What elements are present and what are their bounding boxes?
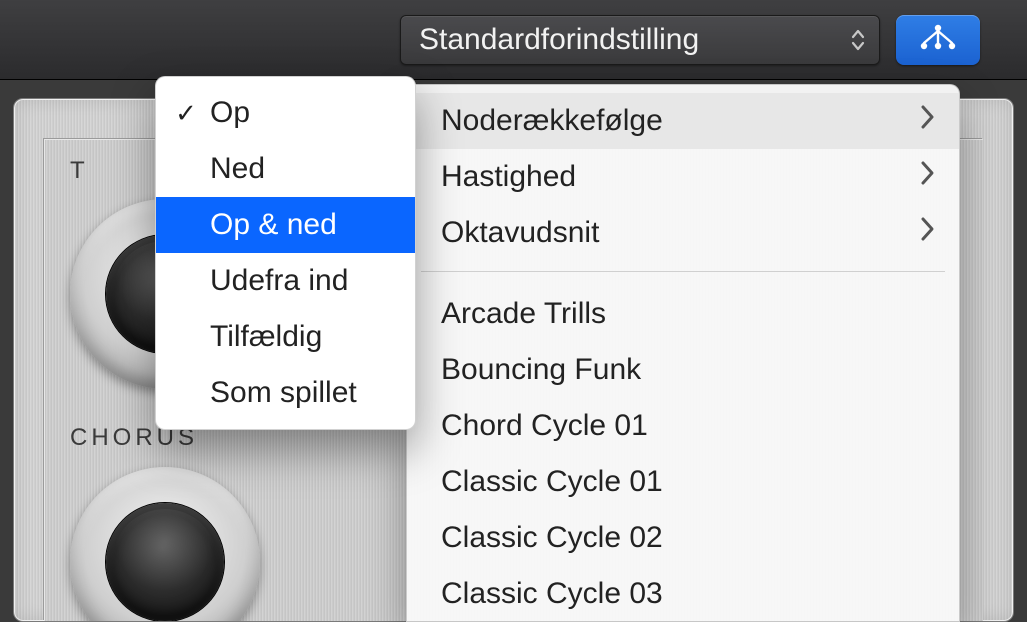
preset-item-label: Classic Cycle 03 xyxy=(441,577,663,611)
preset-item-label: Classic Cycle 01 xyxy=(441,465,663,499)
submenu-item[interactable]: Udefra ind xyxy=(156,253,415,309)
section-label-top: T xyxy=(70,157,89,185)
toolbar: Standardforindstilling xyxy=(0,0,1027,80)
updown-caret-icon xyxy=(851,29,865,51)
chevron-right-icon xyxy=(919,104,935,138)
menu-item-hastighed[interactable]: Hastighed xyxy=(407,149,959,205)
preset-item-label: Chord Cycle 01 xyxy=(441,409,648,443)
preset-dropdown-menu: Noderækkefølge Hastighed Oktavudsnit Arcad… xyxy=(406,84,960,622)
submenu-item-label: Som spillet xyxy=(210,376,357,410)
submenu-item[interactable]: Op & ned xyxy=(156,197,415,253)
submenu-item[interactable]: ✓ Op xyxy=(156,85,415,141)
submenu-item[interactable]: Ned xyxy=(156,141,415,197)
submenu-item[interactable]: Tilfældig xyxy=(156,309,415,365)
menu-item-noderækkefølge[interactable]: Noderækkefølge xyxy=(407,93,959,149)
knob-chorus[interactable] xyxy=(70,467,260,622)
preset-item[interactable]: Classic Cycle 01 xyxy=(407,454,959,510)
preset-item-label: Arcade Trills xyxy=(441,297,606,331)
preset-item[interactable]: Bouncing Funk xyxy=(407,342,959,398)
preset-item-label: Classic Cycle 02 xyxy=(441,521,663,555)
note-order-submenu: ✓ Op Ned Op & ned Udefra ind Tilfældig Som spi… xyxy=(155,76,416,430)
menu-item-label: Noderækkefølge xyxy=(441,104,663,138)
arpeggiator-button[interactable] xyxy=(896,15,980,65)
menu-item-oktavudsnit[interactable]: Oktavudsnit xyxy=(407,205,959,261)
submenu-item-label: Udefra ind xyxy=(210,264,348,298)
submenu-item-label: Op & ned xyxy=(210,208,337,242)
arpeggiator-icon xyxy=(915,22,961,57)
submenu-item-label: Ned xyxy=(210,152,265,186)
preset-select-label: Standardforindstilling xyxy=(419,23,699,57)
preset-item[interactable]: Chord Cycle 01 xyxy=(407,398,959,454)
menu-item-label: Hastighed xyxy=(441,160,576,194)
preset-item[interactable]: Classic Cycle 02 xyxy=(407,510,959,566)
check-icon: ✓ xyxy=(172,98,200,129)
preset-item[interactable]: Classic Cycle 03 xyxy=(407,566,959,622)
menu-divider xyxy=(421,271,945,272)
preset-select[interactable]: Standardforindstilling xyxy=(400,15,880,65)
chevron-right-icon xyxy=(919,160,935,194)
submenu-item-label: Op xyxy=(210,96,250,130)
preset-item-label: Bouncing Funk xyxy=(441,353,641,387)
submenu-item[interactable]: Som spillet xyxy=(156,365,415,421)
preset-item[interactable]: Arcade Trills xyxy=(407,286,959,342)
submenu-item-label: Tilfældig xyxy=(210,320,322,354)
chevron-right-icon xyxy=(919,216,935,250)
menu-item-label: Oktavudsnit xyxy=(441,216,599,250)
